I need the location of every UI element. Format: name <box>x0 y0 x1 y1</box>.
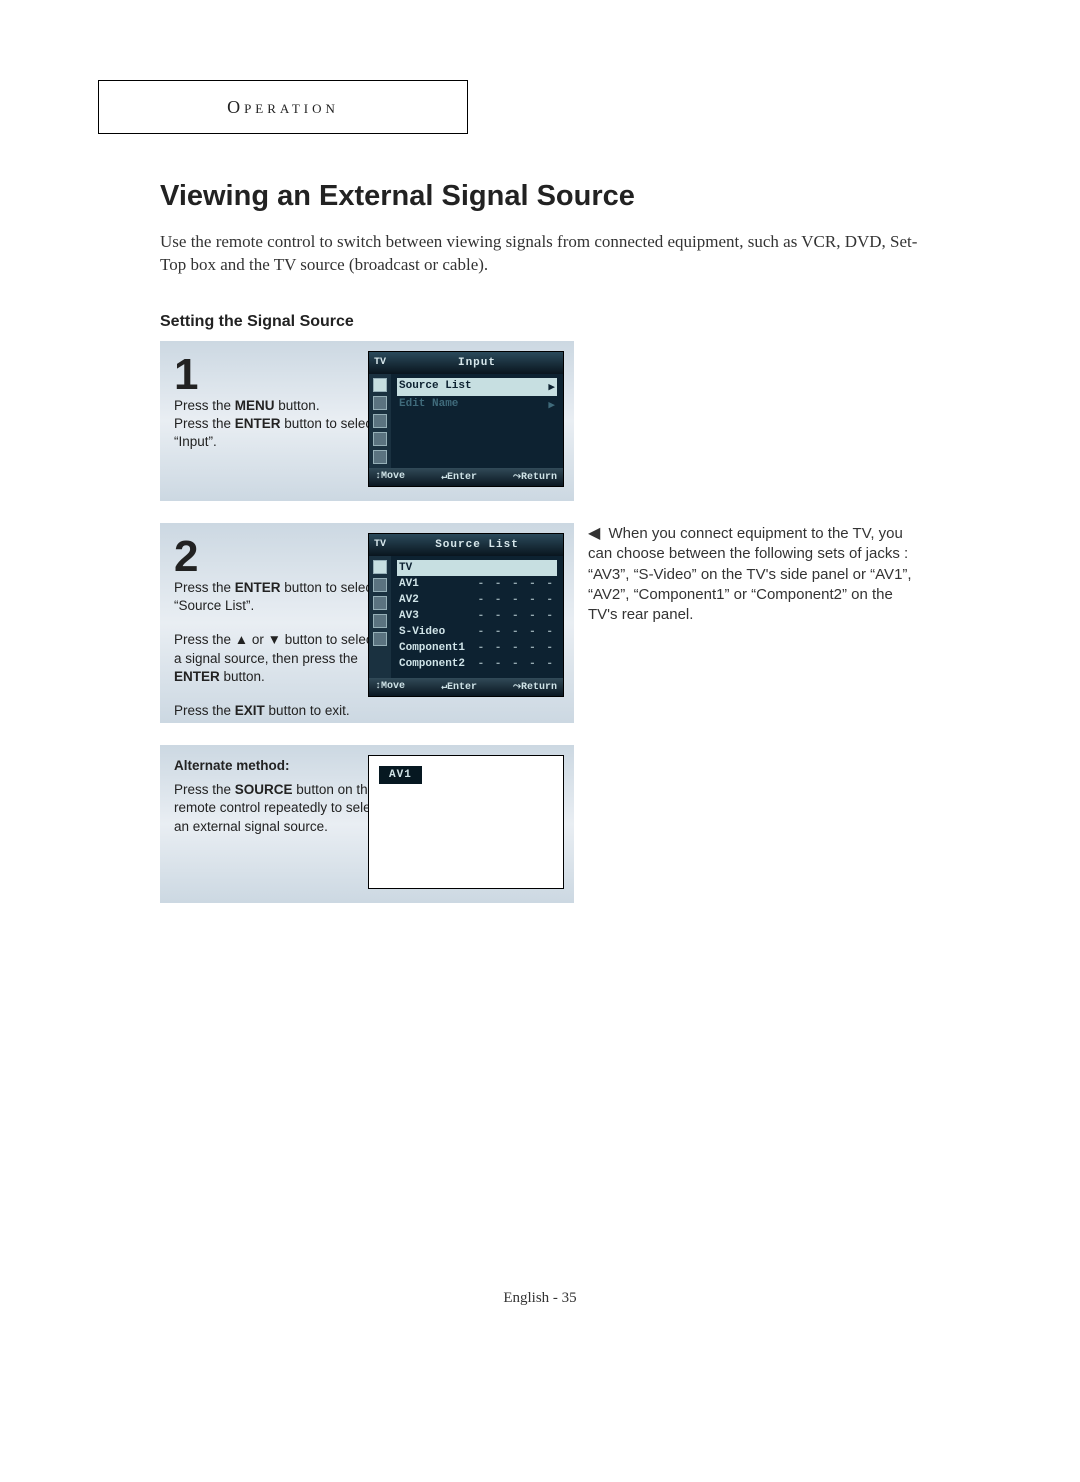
alt-method-text: Press the SOURCE button on the remote co… <box>174 781 384 836</box>
page-title: Viewing an External Signal Source <box>160 180 930 213</box>
osd2-row: Component1- - - - - <box>397 640 557 656</box>
sidebar-icon <box>373 578 387 592</box>
osd2-row: AV2- - - - - <box>397 592 557 608</box>
section-header-box: Operation <box>98 80 468 134</box>
intro-paragraph: Use the remote control to switch between… <box>160 231 920 277</box>
osd2-list: TV AV1- - - - - AV2- - - - - AV3- - - - … <box>391 556 563 678</box>
sidebar-icon <box>373 614 387 628</box>
alternate-method-panel: Alternate method: Press the SOURCE butto… <box>160 745 574 903</box>
side-note: ◀ When you connect equipment to the TV, … <box>588 523 918 626</box>
osd3-label: AV1 <box>379 766 422 784</box>
footer-enter: ↵Enter <box>441 471 477 483</box>
footer-move: ↕Move <box>375 471 405 483</box>
osd1-tv-label: TV <box>369 357 391 368</box>
osd2-footer: ↕Move ↵Enter ⤳Return <box>369 678 563 696</box>
sidebar-icon <box>373 450 387 464</box>
sidebar-icon <box>373 396 387 410</box>
osd2-row: TV <box>397 560 557 576</box>
osd-input-menu: TV Input Source List ▶ Edit <box>368 351 564 487</box>
sidebar-icon <box>373 632 387 646</box>
footer-return: ⤳Return <box>513 681 557 693</box>
osd1-footer: ↕Move ↵Enter ⤳Return <box>369 468 563 486</box>
step-1-text: Press the MENU button. Press the ENTER b… <box>174 397 384 452</box>
page-footer: English - 35 <box>0 1290 1080 1307</box>
sidebar-icon <box>373 378 387 392</box>
footer-move: ↕Move <box>375 681 405 693</box>
footer-return: ⤳Return <box>513 471 557 483</box>
osd-source-list: TV Source List TV AV1- - - - - AV2- - - … <box>368 533 564 697</box>
osd1-row-edit-name: Edit Name ▶ <box>397 396 557 414</box>
sidebar-icon <box>373 414 387 428</box>
osd2-title: Source List <box>391 539 563 551</box>
subheading: Setting the Signal Source <box>160 313 930 331</box>
alt-method-heading: Alternate method: <box>174 757 384 775</box>
osd2-tv-label: TV <box>369 539 391 550</box>
step-2-number: 2 <box>174 535 384 579</box>
chevron-right-icon: ▶ <box>548 398 555 412</box>
step-2-text-c: Press the EXIT button to exit. <box>174 702 384 720</box>
osd1-list: Source List ▶ Edit Name ▶ <box>391 374 563 468</box>
osd2-row: AV3- - - - - <box>397 608 557 624</box>
step-2-panel: 2 Press the ENTER button to select “Sour… <box>160 523 574 723</box>
chevron-right-icon: ▶ <box>548 380 555 394</box>
step-2-text-b: Press the ▲ or ▼ button to select a sign… <box>174 631 384 686</box>
osd-source-indicator: AV1 <box>368 755 564 889</box>
triangle-left-icon: ◀ <box>588 525 600 542</box>
osd2-sidebar <box>369 556 391 678</box>
sidebar-icon <box>373 596 387 610</box>
osd1-row-source-list: Source List ▶ <box>397 378 557 396</box>
step-1-number: 1 <box>174 353 384 397</box>
sidebar-icon <box>373 432 387 446</box>
osd1-sidebar <box>369 374 391 468</box>
osd2-row: AV1- - - - - <box>397 576 557 592</box>
step-1-panel: 1 Press the MENU button. Press the ENTER… <box>160 341 574 501</box>
sidebar-icon <box>373 560 387 574</box>
section-header: Operation <box>227 97 339 118</box>
osd2-row: Component2- - - - - <box>397 656 557 672</box>
footer-enter: ↵Enter <box>441 681 477 693</box>
osd1-title: Input <box>391 357 563 369</box>
step-2-text-a: Press the ENTER button to select “Source… <box>174 579 384 615</box>
osd2-row: S-Video- - - - - <box>397 624 557 640</box>
